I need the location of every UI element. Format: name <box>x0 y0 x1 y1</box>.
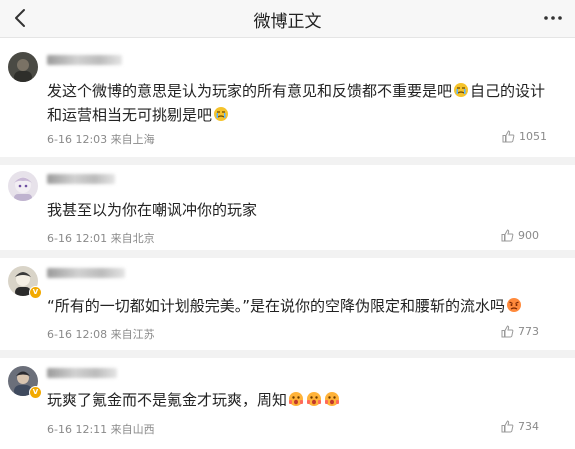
crying-emoji-icon <box>454 83 469 97</box>
comment-item: 发这个微博的意思是认为玩家的所有意见和反馈都不重要是吧 自己的设计 和运营相当无可… <box>0 37 575 157</box>
comment-text: 发这个微博的意思是认为玩家的所有意见和反馈都不重要是吧 自己的设计 和运营相当无可… <box>47 82 546 124</box>
thumbs-up-icon <box>501 420 514 433</box>
separator <box>0 350 575 358</box>
comment-time: 6-16 12:11 来自山西 <box>47 423 155 436</box>
like-button[interactable]: 1051 <box>502 130 547 143</box>
comment-item: V “所有的一切都如计划般完美。”是在说你的空降伪限定和腰斩的流水吗 6-16 … <box>0 258 575 350</box>
angry-emoji-icon <box>507 298 522 312</box>
comment-time: 6-16 12:03 来自上海 <box>47 133 155 146</box>
like-count: 734 <box>518 420 539 433</box>
thumbs-up-icon <box>501 229 514 242</box>
comment-time: 6-16 12:08 来自江苏 <box>47 328 155 341</box>
like-button[interactable]: 734 <box>501 420 539 433</box>
avatar[interactable] <box>8 171 38 201</box>
comment-text: 玩爽了氪金而不是氪金才玩爽，周知 <box>47 388 341 412</box>
username-blurred[interactable] <box>47 174 115 184</box>
like-count: 1051 <box>519 130 547 143</box>
verified-badge-icon: V <box>29 286 42 299</box>
nav-bar: 微博正文 <box>0 0 575 38</box>
verified-badge-icon: V <box>29 386 42 399</box>
username-blurred[interactable] <box>47 268 125 278</box>
thumbs-up-icon <box>502 130 515 143</box>
comment-time: 6-16 12:01 来自北京 <box>47 232 155 245</box>
like-button[interactable]: 773 <box>501 325 539 338</box>
crying-emoji-icon <box>214 107 229 121</box>
like-count: 900 <box>518 229 539 242</box>
more-button[interactable] <box>543 9 563 27</box>
more-dots-icon <box>544 16 562 20</box>
avatar[interactable] <box>8 52 38 82</box>
username-blurred[interactable] <box>47 55 122 65</box>
like-count: 773 <box>518 325 539 338</box>
thumbs-up-icon <box>501 325 514 338</box>
shocked-emoji-icon <box>325 392 340 406</box>
comment-item: 我甚至以为你在嘲讽冲你的玩家 6-16 12:01 来自北京 900 <box>0 165 575 250</box>
shocked-emoji-icon <box>289 392 304 406</box>
shocked-emoji-icon <box>307 392 322 406</box>
separator <box>0 250 575 258</box>
page-title: 微博正文 <box>253 12 322 32</box>
like-button[interactable]: 900 <box>501 229 539 242</box>
separator <box>0 157 575 165</box>
comment-text: 我甚至以为你在嘲讽冲你的玩家 <box>47 201 258 219</box>
username-blurred[interactable] <box>47 368 117 378</box>
comment-text: “所有的一切都如计划般完美。”是在说你的空降伪限定和腰斩的流水吗 <box>47 294 523 318</box>
comment-item: V 玩爽了氪金而不是氪金才玩爽，周知 6-16 12:11 来自山西 734 <box>0 358 575 449</box>
